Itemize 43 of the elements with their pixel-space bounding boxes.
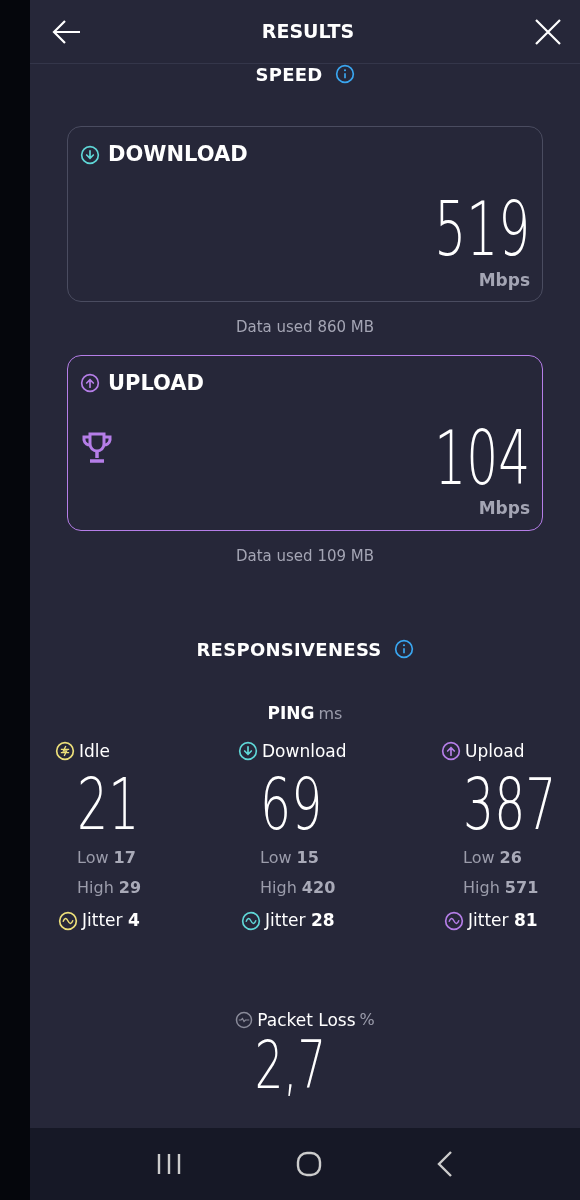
- trophy-icon: [80, 430, 114, 465]
- section-title: RESPONSIVENESS: [196, 637, 382, 662]
- high-text: High 29: [77, 877, 142, 899]
- high-text: High 420: [260, 877, 336, 899]
- close-icon[interactable]: [534, 17, 562, 46]
- unit-label: ms: [318, 703, 343, 725]
- unit-label: Mbps: [478, 498, 530, 518]
- section-title: SPEED: [255, 62, 323, 87]
- card-label: UPLOAD: [108, 369, 205, 397]
- recent-apps-icon[interactable]: [156, 1152, 183, 1176]
- high-text: High 571: [463, 877, 539, 899]
- unit-label: %: [359, 1009, 375, 1032]
- ping-value: 21: [77, 768, 140, 840]
- packet-loss-label: Packet Loss: [257, 1008, 356, 1032]
- wave-icon: [444, 910, 464, 931]
- speed-value: 519: [433, 192, 530, 266]
- packet-loss-value: 2,7: [254, 1033, 326, 1099]
- wave-icon: [241, 910, 261, 931]
- screen-title: RESULTS: [261, 20, 355, 43]
- card-label: DOWNLOAD: [108, 141, 248, 168]
- unit-label: Mbps: [478, 269, 530, 290]
- jitter-text: Jitter 28: [265, 909, 335, 932]
- data-used-text: Data used 109 MB: [235, 545, 375, 567]
- info-icon[interactable]: [393, 639, 414, 659]
- back-icon[interactable]: [435, 1150, 454, 1178]
- data-used-text: Data used 860 MB: [235, 317, 375, 338]
- jitter-text: Jitter 4: [82, 909, 140, 932]
- low-text: Low 26: [463, 847, 522, 869]
- info-icon[interactable]: [334, 64, 355, 84]
- ping-label: Download: [262, 739, 347, 763]
- speed-value: 104: [433, 420, 530, 495]
- ping-value: 387: [463, 768, 557, 840]
- low-text: Low 15: [260, 847, 319, 869]
- ping-label: Idle: [79, 739, 110, 763]
- jitter-text: Jitter 81: [468, 909, 538, 932]
- pulse-icon: [235, 1011, 254, 1030]
- ping-label: PING: [267, 702, 315, 725]
- wave-icon: [58, 910, 78, 931]
- ping-label: Upload: [465, 739, 525, 763]
- back-icon[interactable]: [52, 18, 82, 45]
- ping-value: 69: [260, 768, 323, 840]
- home-icon[interactable]: [295, 1150, 323, 1178]
- low-text: Low 17: [77, 847, 136, 869]
